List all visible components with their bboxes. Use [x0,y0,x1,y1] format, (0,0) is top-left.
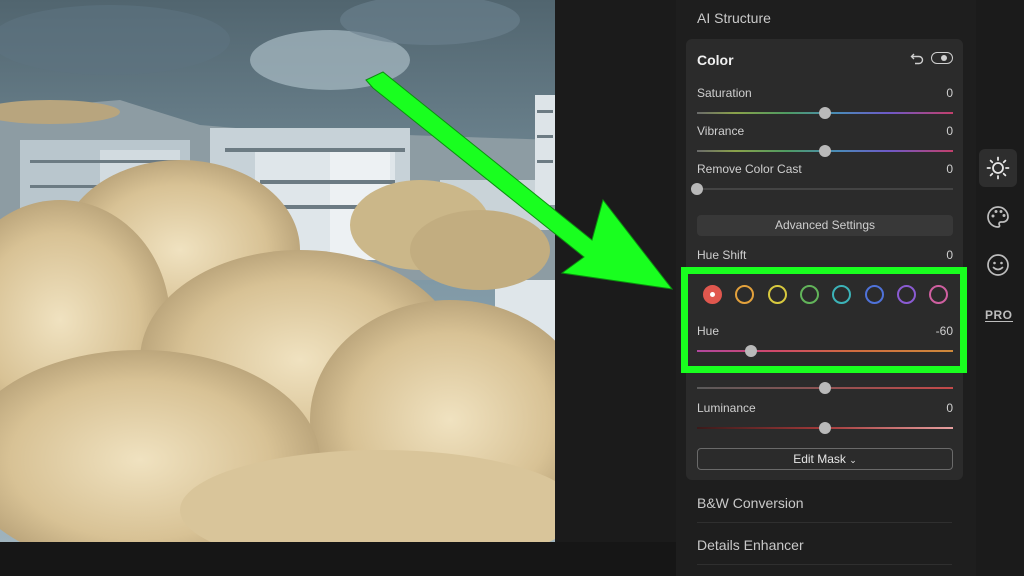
visibility-toggle-icon[interactable] [931,52,953,64]
advanced-settings-button[interactable]: Advanced Settings [697,215,953,236]
hue-shift-label: Hue Shift [697,248,747,262]
annotation-highlight-box [681,267,967,373]
color-section: Color Saturation 0 Vibrance 0 Remove Col… [686,39,963,480]
saturation-knob[interactable] [819,107,831,119]
section-ai-structure[interactable]: AI Structure [697,10,771,26]
section-bw-conversion[interactable]: B&W Conversion [697,495,804,511]
sun-icon [986,156,1010,180]
chevron-down-icon: ⌄ [849,455,857,465]
remove-color-cast-slider[interactable]: Remove Color Cast 0 [691,162,953,198]
portrait-tool-button[interactable] [979,246,1017,284]
section-divider [697,564,952,565]
saturation-label: Saturation [697,86,752,100]
vibrance-label: Vibrance [697,124,745,138]
essentials-tool-button[interactable] [979,149,1017,187]
vibrance-slider[interactable]: Vibrance 0 [697,124,953,160]
luminance-slider[interactable]: Luminance 0 [697,401,953,437]
tool-rail: PRO [976,0,1024,576]
remove-color-cast-knob[interactable] [691,183,703,195]
channel-saturation-knob[interactable] [819,382,831,394]
saturation-value: 0 [946,86,953,100]
remove-color-cast-label: Remove Color Cast [697,162,802,176]
luminance-value: 0 [946,401,953,415]
vibrance-knob[interactable] [819,145,831,157]
remove-color-cast-track[interactable] [697,188,953,190]
edit-mask-button[interactable]: Edit Mask ⌄ [697,448,953,470]
section-details-enhancer[interactable]: Details Enhancer [697,537,804,553]
undo-icon[interactable] [910,51,924,65]
luminance-label: Luminance [697,401,756,415]
section-divider [697,522,952,523]
infrared-photo [0,0,555,542]
canvas-bottom-bar [0,542,676,576]
pro-tool-button[interactable]: PRO [985,309,1013,322]
photo-canvas[interactable] [0,0,555,542]
color-section-title: Color [697,52,734,68]
remove-color-cast-value: 0 [946,162,953,176]
palette-icon [987,206,1009,228]
vibrance-value: 0 [946,124,953,138]
edit-mask-label: Edit Mask [793,452,846,466]
hue-shift-value: 0 [946,248,953,262]
creative-tool-button[interactable] [979,198,1017,236]
saturation-slider[interactable]: Saturation 0 [697,86,953,122]
luminance-knob[interactable] [819,422,831,434]
face-icon [987,254,1009,276]
